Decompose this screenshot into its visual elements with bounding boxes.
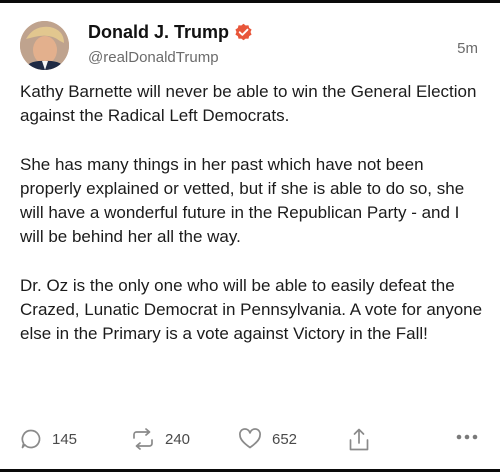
post-paragraph: Kathy Barnette will never be able to win… xyxy=(20,82,477,125)
like-count: 652 xyxy=(272,430,298,448)
verified-badge-icon xyxy=(235,23,252,41)
user-avatar-icon xyxy=(20,21,69,70)
post-timestamp: 5m xyxy=(457,40,478,57)
share-icon xyxy=(349,428,369,451)
post-paragraph: She has many things in her past which ha… xyxy=(20,155,465,246)
post-paragraph: Dr. Oz is the only one who will be able … xyxy=(20,276,483,343)
retruth-count: 240 xyxy=(165,430,191,448)
reply-icon xyxy=(21,429,41,449)
post-actions: 145 240 652 xyxy=(0,424,500,454)
retruth-button[interactable]: 240 xyxy=(131,428,190,450)
more-options-button[interactable] xyxy=(455,433,479,441)
avatar[interactable] xyxy=(20,21,69,70)
author-name[interactable]: Donald J. Trump xyxy=(88,22,229,43)
post-body: Kathy Barnette will never be able to win… xyxy=(20,80,485,371)
share-button[interactable] xyxy=(348,428,370,452)
top-border xyxy=(0,0,500,3)
retruth-icon xyxy=(133,428,153,450)
like-button[interactable]: 652 xyxy=(238,428,297,450)
reply-button[interactable]: 145 xyxy=(20,428,77,450)
author-handle[interactable]: @realDonaldTrump xyxy=(88,49,219,66)
heart-icon xyxy=(239,428,261,449)
more-dots-icon xyxy=(456,434,478,440)
reply-count: 145 xyxy=(52,430,78,448)
